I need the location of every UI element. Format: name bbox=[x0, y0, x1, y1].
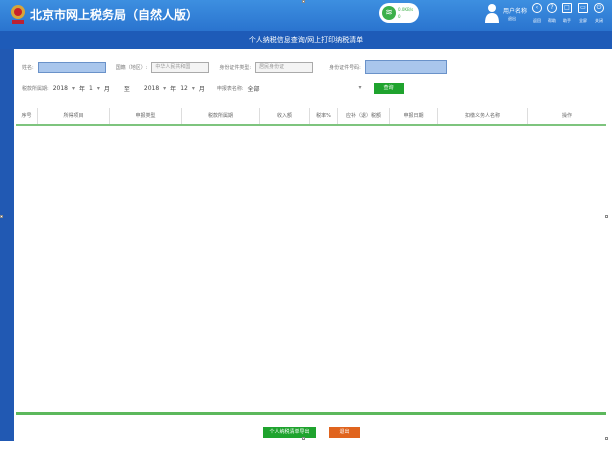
resize-handle[interactable] bbox=[302, 0, 305, 3]
chevron-down-icon: ▾ bbox=[163, 85, 167, 92]
page-title: 个人纳税信息查询/网上打印纳税清单 bbox=[0, 31, 612, 49]
start-month-select[interactable]: 1 bbox=[89, 85, 93, 92]
export-tax-list-button[interactable]: 个人纳税清单导出 bbox=[263, 427, 316, 438]
resize-handle[interactable] bbox=[302, 437, 305, 440]
end-month-select[interactable]: 12 bbox=[180, 85, 188, 92]
fullscreen-icon: ▭ bbox=[578, 3, 588, 13]
table-header: 序号 所得项目 申报类型 税款所属期 收入额 税率% 应补（退）税额 申报日期 … bbox=[16, 108, 606, 126]
help-icon: ? bbox=[547, 3, 557, 13]
app-header: 北京市网上税务局（自然人版） ≋ 0.0KB/s 0 用户名称 退出 ‹ 返回 ? 帮助… bbox=[0, 0, 612, 31]
resize-handle[interactable] bbox=[605, 437, 608, 440]
back-button[interactable]: ‹ 返回 bbox=[530, 3, 544, 24]
tax-emblem-icon bbox=[11, 5, 25, 24]
form-row-period: 税款所属期: 2018 ▾ 年 1 ▾ 月 至 2018 ▾ 年 12 ▾ 月 申报表名… bbox=[22, 83, 404, 94]
report-name-select[interactable]: 全部 ▾ bbox=[248, 84, 366, 93]
logout-link[interactable]: 退出 bbox=[508, 16, 516, 22]
chevron-down-icon: ▾ bbox=[96, 85, 100, 92]
fullscreen-button[interactable]: ▭ 全屏 bbox=[576, 3, 590, 24]
query-button[interactable]: 查询 bbox=[373, 83, 404, 94]
close-button[interactable]: ⏻ 关闭 bbox=[592, 3, 606, 24]
chevron-down-icon: ▾ bbox=[358, 84, 362, 91]
power-icon: ⏻ bbox=[594, 3, 604, 13]
end-year-select[interactable]: 2018 bbox=[144, 85, 159, 92]
chevron-down-icon: ▾ bbox=[191, 85, 195, 92]
assistant-button[interactable]: □ 助手 bbox=[560, 3, 574, 24]
user-name: 用户名称 bbox=[503, 8, 528, 15]
id-type-input[interactable]: 居民身份证 bbox=[255, 61, 314, 73]
table-bottom-divider bbox=[16, 412, 606, 415]
wifi-icon: ≋ bbox=[382, 6, 396, 20]
exit-button[interactable]: 退出 bbox=[329, 427, 360, 438]
form-row-identity: 姓名: 国籍（地区）: 中华人民共和国 身份证件类型: 居民身份证 身份证件号码… bbox=[22, 60, 447, 74]
assistant-icon: □ bbox=[562, 3, 572, 13]
user-avatar-icon bbox=[485, 4, 499, 23]
name-input[interactable] bbox=[37, 61, 106, 73]
network-status: ≋ 0.0KB/s 0 bbox=[379, 3, 419, 23]
site-title: 北京市网上税务局（自然人版） bbox=[30, 8, 199, 22]
id-number-input[interactable] bbox=[364, 60, 447, 74]
chevron-down-icon: ▾ bbox=[71, 85, 75, 92]
nationality-input[interactable]: 中华人民共和国 bbox=[151, 61, 210, 73]
help-button[interactable]: ? 帮助 bbox=[545, 3, 559, 24]
resize-handle[interactable] bbox=[0, 215, 3, 218]
resize-handle[interactable] bbox=[605, 215, 608, 218]
start-year-select[interactable]: 2018 bbox=[53, 85, 68, 92]
back-icon: ‹ bbox=[532, 3, 542, 13]
left-sidebar bbox=[0, 49, 14, 441]
